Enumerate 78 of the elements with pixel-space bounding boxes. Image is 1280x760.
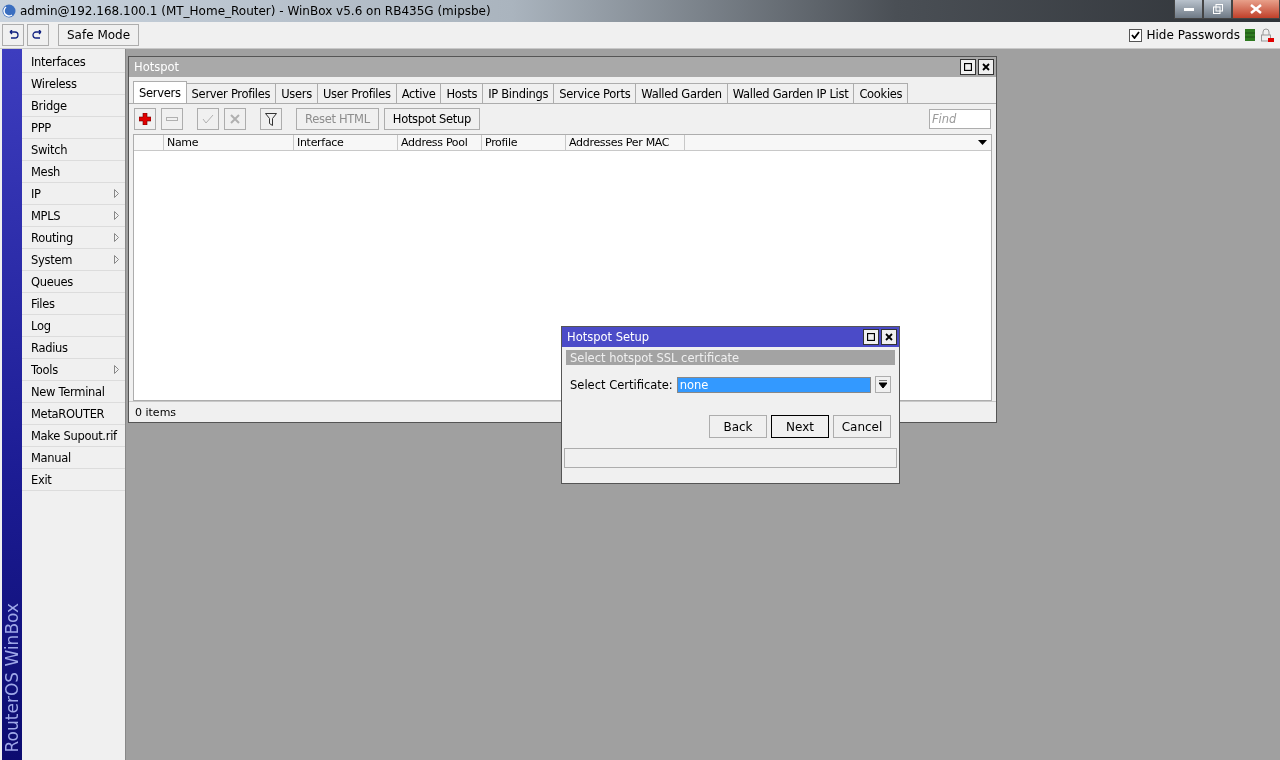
column-header[interactable]: Addresses Per MAC (566, 135, 685, 150)
maximize-icon (964, 63, 972, 71)
status-icon (1245, 29, 1255, 41)
close-icon (885, 333, 893, 341)
submenu-arrow-icon (114, 189, 119, 198)
certificate-label: Select Certificate: (570, 377, 673, 392)
submenu-arrow-icon (114, 365, 119, 374)
brand-label: RouterOS WinBox (2, 602, 22, 752)
dropdown-icon[interactable] (978, 140, 987, 145)
restore-icon (1212, 4, 1223, 14)
close-button[interactable] (1232, 0, 1280, 19)
add-button[interactable] (134, 108, 156, 130)
toolbar-button[interactable]: Hotspot Setup (383, 108, 481, 130)
menu-item[interactable]: IP (22, 183, 125, 205)
hotspot-window-title: Hotspot (134, 60, 180, 74)
minimize-button[interactable] (1174, 0, 1203, 19)
filter-button[interactable] (260, 108, 282, 130)
menu-item[interactable]: Files (22, 293, 125, 315)
menu-item[interactable]: MPLS (22, 205, 125, 227)
dialog-title: Hotspot Setup (567, 330, 650, 344)
menu-item[interactable]: New Terminal (22, 381, 125, 403)
menu-item[interactable]: Bridge (22, 95, 125, 117)
dialog-button[interactable]: Cancel (833, 415, 891, 438)
close-icon (982, 63, 990, 71)
close-button[interactable] (881, 329, 897, 345)
tab[interactable]: IP Bindings (482, 83, 555, 103)
menu-item[interactable]: Queues (22, 271, 125, 293)
submenu-arrow-icon (114, 233, 119, 242)
column-header[interactable]: Name (164, 135, 294, 150)
menu-item[interactable]: Interfaces (22, 51, 125, 73)
menu-item[interactable]: System (22, 249, 125, 271)
submenu-arrow-icon (114, 255, 119, 264)
menu-item[interactable]: Exit (22, 469, 125, 491)
menu-item[interactable]: Radius (22, 337, 125, 359)
menu-item[interactable]: MetaROUTER (22, 403, 125, 425)
menu-item[interactable]: Switch (22, 139, 125, 161)
undo-button[interactable] (2, 24, 24, 46)
maximize-icon (867, 333, 875, 341)
tab[interactable]: Servers (133, 81, 187, 103)
dropdown-button[interactable] (875, 376, 891, 393)
check-icon (202, 114, 214, 124)
step-heading: Select hotspot SSL certificate (566, 350, 895, 365)
tab[interactable]: Cookies (853, 83, 909, 103)
safe-mode-button[interactable]: Safe Mode (58, 24, 140, 46)
menu-item[interactable]: Tools (22, 359, 125, 381)
app-icon (2, 4, 16, 18)
menu-item[interactable]: PPP (22, 117, 125, 139)
column-header[interactable]: Address Pool (398, 135, 482, 150)
hide-passwords-label: Hide Passwords (1146, 28, 1240, 42)
close-button[interactable] (978, 59, 994, 75)
menu-item[interactable]: Log (22, 315, 125, 337)
restore-button[interactable] (1203, 0, 1232, 19)
menu-item[interactable]: Wireless (22, 73, 125, 95)
dialog-button[interactable]: Back (709, 415, 767, 438)
menu-item[interactable]: Make Supout.rif (22, 425, 125, 447)
minus-icon (166, 117, 178, 121)
maximize-button[interactable] (960, 59, 976, 75)
hide-passwords-checkbox[interactable] (1128, 28, 1142, 42)
undo-icon (7, 30, 19, 40)
close-icon (1250, 4, 1262, 14)
menu-item[interactable]: Routing (22, 227, 125, 249)
find-field[interactable]: Find (929, 109, 991, 129)
dropdown-arrow-icon (879, 380, 888, 389)
maximize-button[interactable] (863, 329, 879, 345)
menu-item[interactable]: Mesh (22, 161, 125, 183)
redo-button[interactable] (27, 24, 49, 46)
minimize-icon (1183, 7, 1194, 11)
plus-icon (139, 113, 151, 125)
column-header[interactable]: Profile (482, 135, 566, 150)
menu-item[interactable]: Manual (22, 447, 125, 469)
column-header[interactable]: Interface (294, 135, 398, 150)
cross-icon (230, 114, 240, 124)
dialog-button[interactable]: Next (771, 415, 829, 438)
filter-icon (265, 112, 277, 126)
submenu-arrow-icon (114, 211, 119, 220)
window-title: admin@192.168.100.1 (MT_Home_Router) - WinBox v5.6 on RB435G (mipsbe) (20, 4, 491, 18)
lock-icon (1260, 28, 1274, 42)
redo-icon (32, 30, 44, 40)
